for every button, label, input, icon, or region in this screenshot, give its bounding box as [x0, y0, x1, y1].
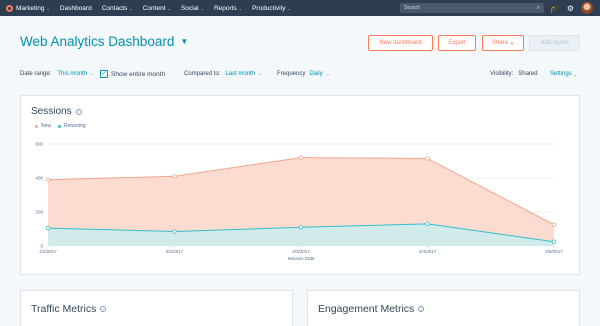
data-point-new: [425, 156, 430, 161]
sessions-chart: 0 200 400 600 4/1/2017 4/2/2017 4/3/2017 4/4/20…: [35, 142, 563, 262]
show-entire-month-label: Show entire month: [111, 70, 166, 78]
share-label: Share: [492, 40, 509, 46]
new-dashboard-button[interactable]: New dashboard: [368, 35, 433, 51]
page-title: Web Analytics Dashboard: [20, 34, 175, 49]
chevron-down-icon: ⌄: [200, 5, 204, 11]
chevron-down-icon: ⌄: [258, 71, 263, 76]
caret-down-icon: ▼: [180, 37, 189, 46]
y-tick-label: 400: [35, 176, 43, 181]
nav-item-reports[interactable]: Reports ⌄: [214, 5, 242, 12]
export-button[interactable]: Export: [438, 35, 476, 51]
nav-links: Dashboard Contacts ⌄ Content ⌄ Social ⌄ Reports…: [60, 5, 301, 12]
nav-item-label: Social: [180, 4, 199, 12]
nav-item-productivity[interactable]: Productivity ⌄: [252, 5, 291, 12]
compared-to-filter: Compared to: Last month ⌄: [184, 71, 262, 77]
settings-label: Settings: [550, 71, 572, 77]
visibility-value: Shared: [518, 71, 538, 77]
y-tick-label: 0: [40, 244, 43, 249]
data-point-returning: [172, 229, 177, 234]
chevron-down-icon: ⌄: [326, 71, 330, 76]
data-point-new: [172, 174, 177, 179]
chevron-down-icon: ⌄: [129, 5, 133, 11]
date-range-filter: Date range: This month ⌄: [20, 71, 94, 77]
info-icon[interactable]: i: [100, 306, 107, 312]
traffic-metrics-card: Traffic Metrics i: [20, 290, 293, 326]
y-tick-label: 600: [35, 142, 43, 147]
traffic-metrics-title: Traffic Metrics i: [31, 303, 107, 315]
data-point-new: [45, 177, 51, 182]
settings-dropdown[interactable]: Settings ⌄: [550, 71, 577, 77]
x-tick-label: 4/4/2017: [419, 249, 437, 254]
nav-item-dashboard[interactable]: Dashboard: [60, 5, 92, 12]
nav-item-label: Contacts: [101, 4, 128, 12]
academy-icon[interactable]: 🎓: [549, 3, 560, 13]
search-placeholder: Search: [404, 5, 420, 11]
search-icon: ⌕: [536, 4, 540, 11]
frequency-dropdown[interactable]: Daily ⌄: [309, 71, 329, 77]
nav-item-label: Content: [142, 4, 166, 12]
caret-down-icon: ▼: [510, 40, 514, 46]
engagement-metrics-card: Engagement Metrics i: [307, 290, 580, 326]
nav-marketing[interactable]: Marketing ⌄: [16, 5, 50, 12]
nav-marketing-label: Marketing: [16, 4, 45, 12]
data-point-returning: [425, 221, 430, 227]
x-axis-label: Session Date: [288, 256, 315, 261]
sessions-report-card: Sessions i New Returning 0 200 400 600 4/1/20…: [20, 95, 580, 275]
hubspot-logo-icon: [6, 4, 13, 12]
data-point-new: [551, 222, 557, 227]
gear-icon[interactable]: ⚙: [565, 2, 576, 14]
compared-to-value: Last month: [225, 71, 256, 77]
show-entire-month-toggle[interactable]: ✓ Show entire month: [100, 70, 165, 78]
chevron-down-icon: ⌄: [287, 5, 292, 11]
compared-to-dropdown[interactable]: Last month ⌄: [225, 71, 262, 77]
filter-bar: Date range: This month ⌄ ✓ Show entire m…: [20, 70, 580, 81]
chevron-down-icon: ⌄: [573, 71, 578, 77]
engagement-metrics-title: Engagement Metrics i: [318, 303, 425, 315]
info-icon[interactable]: i: [418, 306, 425, 312]
date-range-dropdown[interactable]: This month ⌄: [57, 71, 94, 77]
nav-item-contacts[interactable]: Contacts ⌄: [102, 5, 133, 12]
date-range-label: Date range:: [20, 71, 52, 77]
nav-item-label: Productivity: [252, 4, 286, 12]
data-point-returning: [45, 225, 51, 231]
visibility-label: Visibility:: [490, 71, 514, 77]
x-tick-label: 4/5/2017: [545, 249, 563, 254]
date-range-value: This month: [57, 71, 88, 77]
chevron-down-icon: ⌄: [46, 5, 50, 11]
data-point-returning: [298, 225, 304, 230]
brand-menu[interactable]: Marketing ⌄: [6, 4, 50, 12]
nav-item-label: Dashboard: [59, 4, 92, 12]
compared-to-label: Compared to:: [184, 71, 221, 77]
chevron-down-icon: ⌄: [90, 71, 95, 76]
chevron-down-icon: ⌄: [167, 5, 171, 11]
frequency-filter: Frequency Daily ⌄: [277, 71, 330, 77]
avatar[interactable]: [581, 2, 593, 14]
dashboard-title-dropdown[interactable]: Web Analytics Dashboard ▼: [20, 34, 188, 49]
share-button[interactable]: Share ▼: [482, 35, 524, 51]
show-entire-month-checkbox[interactable]: ✓: [100, 70, 108, 78]
search-input[interactable]: Search ⌕: [400, 3, 544, 13]
visibility-filter: Visibility: Shared: [490, 71, 538, 77]
add-report-button[interactable]: Add report: [529, 35, 580, 51]
data-point-new: [298, 155, 304, 160]
top-nav: Marketing ⌄ Dashboard Contacts ⌄ Content ⌄ So…: [0, 0, 600, 16]
data-point-returning: [551, 239, 557, 244]
x-tick-label: 4/1/2017: [39, 249, 57, 254]
chevron-down-icon: ⌄: [238, 5, 243, 11]
x-tick-label: 4/2/2017: [166, 249, 184, 254]
frequency-value: Daily: [309, 71, 323, 77]
nav-item-social[interactable]: Social ⌄: [181, 5, 204, 12]
y-tick-label: 200: [35, 210, 43, 215]
frequency-label: Frequency: [277, 71, 306, 77]
nav-item-content[interactable]: Content ⌄: [143, 5, 171, 12]
x-tick-label: 4/3/2017: [292, 249, 310, 254]
traffic-metrics-title-text: Traffic Metrics: [31, 303, 97, 315]
engagement-metrics-title-text: Engagement Metrics: [318, 303, 415, 315]
nav-item-label: Reports: [213, 4, 237, 12]
